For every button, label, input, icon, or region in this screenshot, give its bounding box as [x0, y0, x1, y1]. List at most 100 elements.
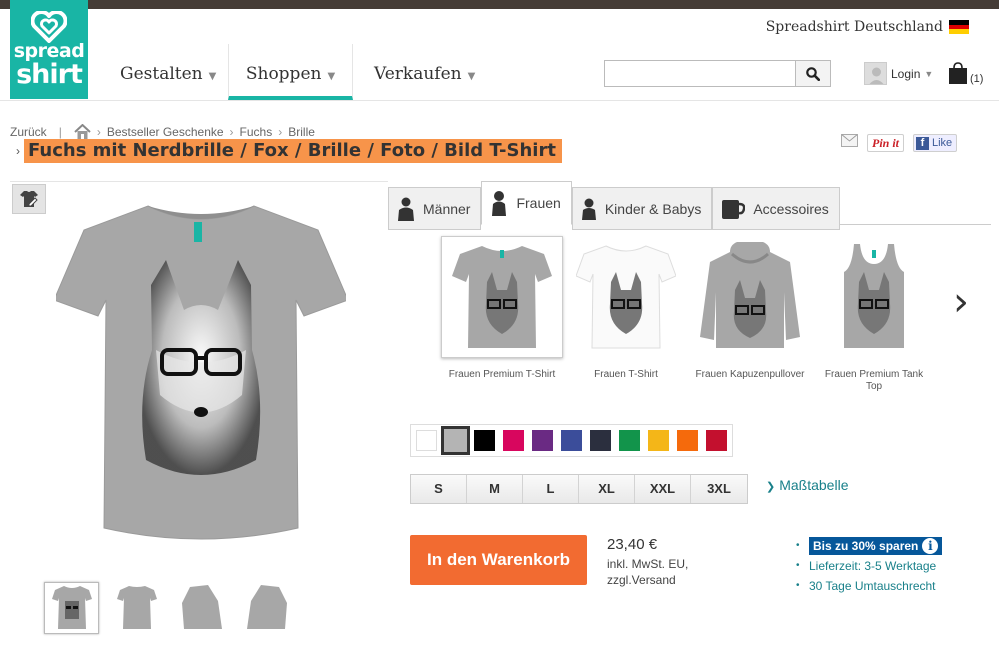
tab-label: Männer: [423, 200, 471, 217]
tab-accessoires[interactable]: Accessoires: [712, 187, 840, 230]
breadcrumb-item[interactable]: Bestseller Geschenke: [107, 125, 224, 139]
thumbnail-left-sleeve[interactable]: [174, 582, 229, 634]
thumbnail-right-sleeve[interactable]: [239, 582, 294, 634]
cart-count: (1): [970, 73, 984, 85]
breadcrumb-arrow-icon: ›: [96, 124, 101, 139]
heart-logo-icon: [31, 11, 67, 43]
size-option[interactable]: S: [411, 475, 467, 503]
product-option[interactable]: Frauen T-Shirt: [564, 236, 688, 393]
size-option[interactable]: M: [467, 475, 523, 503]
search-input[interactable]: [605, 61, 795, 86]
color-swatch-fill: [619, 430, 640, 451]
nav-gestalten[interactable]: Gestalten ▼: [120, 44, 216, 100]
color-swatch[interactable]: [470, 426, 499, 455]
breadcrumb-item[interactable]: Fuchs: [240, 125, 273, 139]
tab-kinder-babys[interactable]: Kinder & Babys: [571, 187, 713, 230]
search-box: [604, 60, 831, 87]
home-icon[interactable]: [74, 124, 91, 139]
info-icon: i: [922, 538, 939, 554]
nav-label: Gestalten: [120, 64, 203, 84]
breadcrumb-arrow-icon: ›: [229, 124, 234, 139]
caret-down-icon: ▼: [327, 71, 336, 82]
tab-frauen[interactable]: Frauen: [481, 181, 572, 225]
size-option[interactable]: L: [523, 475, 579, 503]
nav-verkaufen[interactable]: Verkaufen ▼: [374, 44, 475, 100]
color-swatch[interactable]: [673, 426, 702, 455]
facebook-like-label: Like: [932, 137, 953, 149]
color-swatch[interactable]: [702, 426, 731, 455]
breadcrumb: Zurück | › Bestseller Geschenke › Fuchs …: [10, 124, 315, 139]
product-image: [565, 236, 687, 358]
save-badge-label: Bis zu 30% sparen: [813, 539, 919, 553]
chevron-right-icon: ›: [16, 144, 20, 158]
color-swatch[interactable]: [528, 426, 557, 455]
benefits-list: • Bis zu 30% sparen i • Lieferzeit: 3-5 W…: [796, 536, 943, 596]
color-swatch[interactable]: [412, 426, 441, 455]
product-option[interactable]: Frauen Kapuzenpullover: [688, 236, 812, 393]
carousel-next-icon[interactable]: ›: [953, 282, 969, 322]
color-swatch-fill: [590, 430, 611, 451]
benefit-item: • Lieferzeit: 3-5 Werktage: [796, 556, 942, 576]
size-option[interactable]: 3XL: [691, 475, 747, 503]
color-swatch-fill: [561, 430, 582, 451]
color-swatch[interactable]: [499, 426, 528, 455]
bullet-icon: •: [796, 580, 800, 591]
color-swatch-fill: [706, 430, 727, 451]
login-label: Login: [891, 66, 921, 81]
region-selector[interactable]: Spreadshirt Deutschland: [766, 18, 969, 36]
size-table-link[interactable]: ❯ Maßtabelle: [766, 476, 848, 496]
product-label: Frauen T-Shirt: [594, 369, 658, 380]
caret-down-icon: ▼: [924, 68, 934, 79]
breadcrumb-divider: |: [58, 124, 62, 139]
bullet-icon: •: [796, 540, 800, 551]
login-menu[interactable]: Login ▼: [864, 62, 933, 85]
mug-icon: [722, 199, 746, 219]
caret-down-icon: ▼: [208, 71, 217, 82]
color-swatch[interactable]: [557, 426, 586, 455]
child-icon: [581, 198, 596, 220]
thumbnail-front-design[interactable]: [44, 582, 99, 634]
save-badge[interactable]: Bis zu 30% sparen i: [809, 537, 943, 555]
search-button[interactable]: [795, 61, 830, 86]
tab-label: Kinder & Babys: [604, 200, 702, 217]
delivery-time[interactable]: Lieferzeit: 3-5 Werktage: [809, 556, 936, 576]
facebook-like-button[interactable]: f Like: [913, 134, 958, 152]
product-image: [689, 236, 811, 358]
pinterest-button[interactable]: Pin it: [867, 134, 905, 152]
caret-down-icon: ▼: [467, 71, 476, 82]
woman-icon: [492, 191, 507, 216]
image-area-divider: [10, 181, 388, 182]
tab-label: Accessoires: [753, 200, 829, 217]
color-swatch-fill: [474, 430, 495, 451]
add-to-cart-button[interactable]: In den Warenkorb: [410, 535, 587, 585]
size-option[interactable]: XXL: [635, 475, 691, 503]
product-type-carousel: Frauen Premium T-Shirt Frauen T-Shirt Fr…: [440, 236, 936, 393]
man-icon: [398, 197, 414, 221]
search-icon: [806, 66, 820, 81]
edit-design-button[interactable]: [12, 184, 46, 214]
color-swatch[interactable]: [441, 426, 470, 455]
back-link[interactable]: Zurück: [10, 125, 47, 139]
color-swatch[interactable]: [644, 426, 673, 455]
color-swatches: [410, 424, 733, 457]
nav-shoppen[interactable]: Shoppen ▼: [228, 44, 353, 100]
product-label: Frauen Premium T-Shirt: [448, 369, 556, 380]
color-swatch[interactable]: [615, 426, 644, 455]
tshirt-edit-icon: [20, 191, 38, 207]
return-policy[interactable]: 30 Tage Umtauschrecht: [809, 576, 936, 596]
thumbnail-back[interactable]: [109, 582, 164, 634]
size-option[interactable]: XL: [579, 475, 635, 503]
shipping-line: zzgl.Versand: [607, 573, 676, 587]
main-nav: Gestalten ▼ Shoppen ▼ Verkaufen ▼: [0, 44, 999, 101]
cart-button[interactable]: (1): [948, 62, 983, 85]
tab-maenner[interactable]: Männer: [388, 187, 482, 230]
breadcrumb-item[interactable]: Brille: [288, 125, 315, 139]
color-swatch-fill: [503, 430, 524, 451]
color-swatch-fill: [416, 430, 437, 451]
color-swatch-fill: [441, 426, 470, 455]
product-option[interactable]: Frauen Premium T-Shirt: [440, 236, 564, 393]
color-swatch[interactable]: [586, 426, 615, 455]
email-share-icon[interactable]: [841, 134, 858, 147]
chevron-right-icon: ❯: [766, 481, 776, 493]
product-option[interactable]: Frauen Premium Tank Top: [812, 236, 936, 393]
